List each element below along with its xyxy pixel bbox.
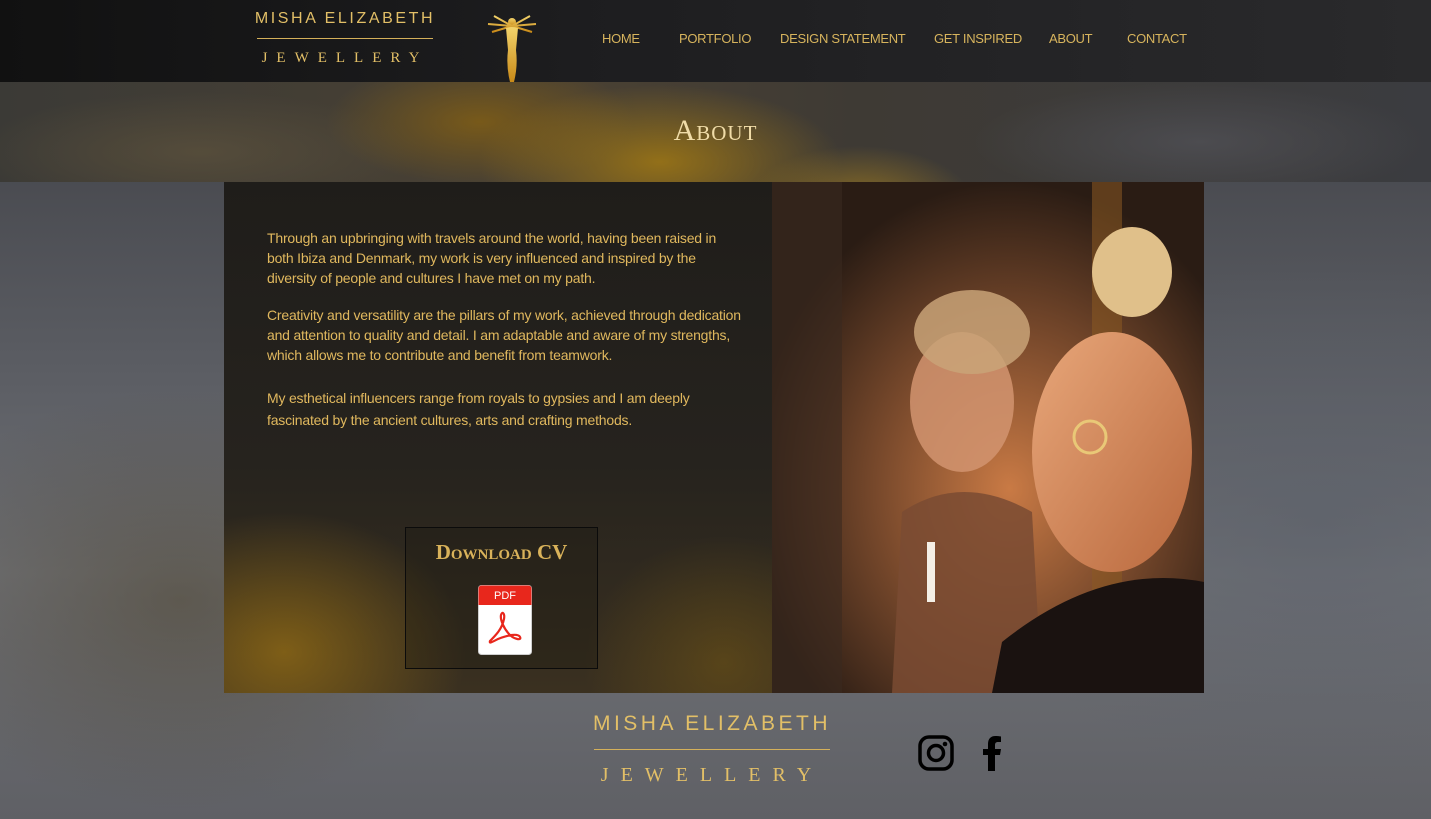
nav-home[interactable]: HOME [602, 31, 640, 46]
goddess-figure-icon [487, 15, 537, 82]
footer-logo-divider [594, 749, 830, 750]
logo-divider [257, 38, 433, 39]
site-header: MISHA ELIZABETH JEWELLERY HOME PORTFOLIO… [0, 0, 1431, 82]
portrait-photo [772, 182, 1204, 693]
footer-logo-name: MISHA ELIZABETH [592, 712, 832, 735]
site-logo[interactable]: MISHA ELIZABETH JEWELLERY [252, 10, 438, 72]
page-banner: About [0, 82, 1431, 182]
about-text-panel: Through an upbringing with travels aroun… [224, 182, 772, 693]
footer-logo-subtitle: JEWELLERY [600, 764, 824, 786]
pdf-file-icon[interactable]: PDF [478, 585, 532, 655]
download-cv-box[interactable]: Download CV PDF [405, 527, 598, 669]
about-paragraph-3: My esthetical influencers range from roy… [267, 390, 690, 428]
download-cv-title[interactable]: Download CV [406, 540, 597, 565]
nav-contact[interactable]: CONTACT [1127, 31, 1187, 46]
footer-logo[interactable]: MISHA ELIZABETH JEWELLERY [589, 712, 835, 792]
nav-about[interactable]: ABOUT [1049, 31, 1093, 46]
nav-design-statement[interactable]: DESIGN STATEMENT [780, 31, 906, 46]
logo-subtitle: JEWELLERY [261, 50, 429, 66]
facebook-icon[interactable] [977, 735, 1005, 771]
logo-name: MISHA ELIZABETH [254, 10, 436, 27]
about-paragraph-1: Through an upbringing with travels aroun… [267, 230, 717, 286]
pdf-label: PDF [494, 590, 516, 602]
about-paragraph-2: Creativity and versatility are the pilla… [267, 307, 741, 363]
nav-portfolio[interactable]: PORTFOLIO [679, 31, 751, 46]
page-title: About [673, 114, 758, 147]
nav-get-inspired[interactable]: GET INSPIRED [934, 31, 1022, 46]
instagram-icon[interactable] [918, 735, 954, 771]
portrait-image [772, 182, 1204, 693]
